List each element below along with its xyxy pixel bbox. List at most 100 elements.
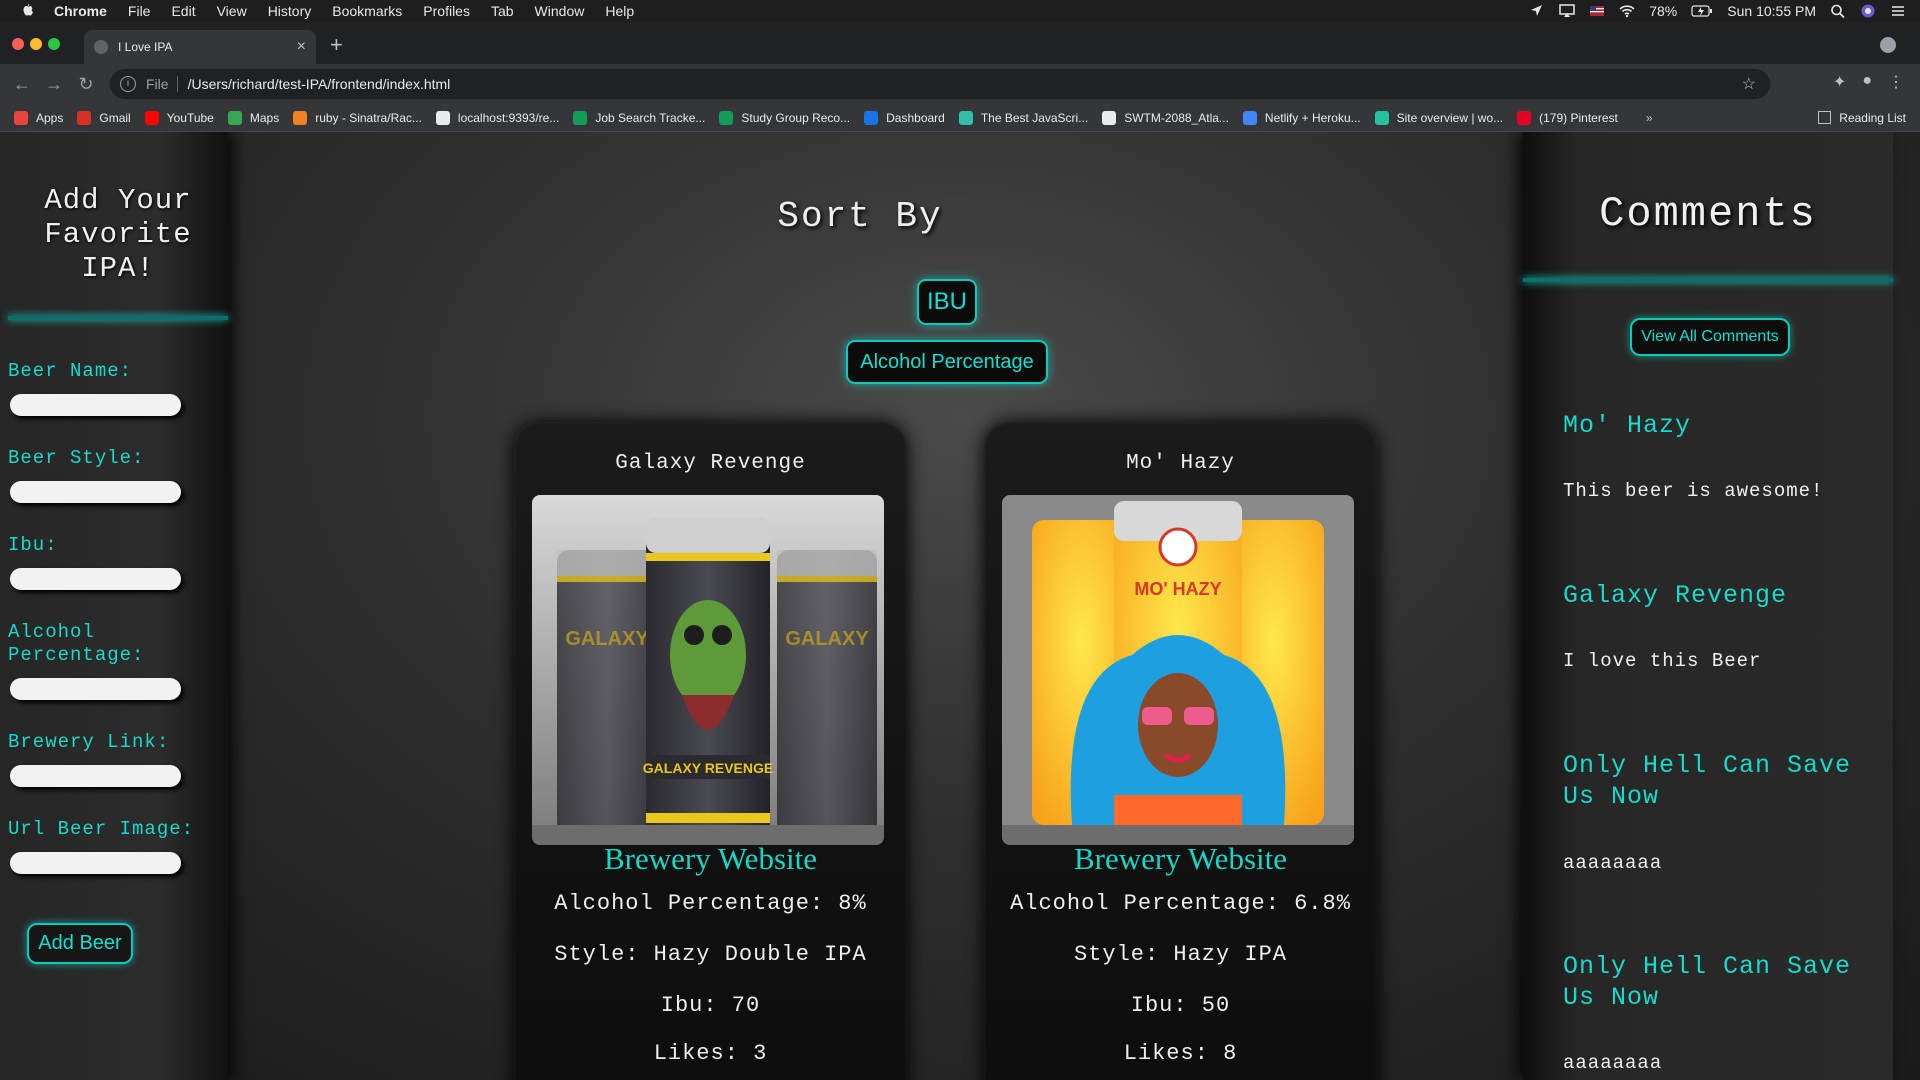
view-all-comments-button[interactable]: View All Comments	[1630, 318, 1790, 356]
spotlight-search-icon[interactable]	[1830, 4, 1846, 18]
menu-history[interactable]: History	[268, 3, 312, 19]
url-text[interactable]: /Users/richard/test-IPA/frontend/index.h…	[188, 76, 451, 92]
beer-image: GALAXY GALAXY GALAXY REVENGE	[532, 495, 884, 845]
menu-app-chrome[interactable]: Chrome	[54, 3, 107, 19]
new-tab-button[interactable]: +	[330, 32, 343, 58]
bookmark-item[interactable]: Apps	[14, 110, 64, 125]
bookmark-favicon-icon	[1374, 110, 1389, 125]
beer-image-url-input[interactable]	[10, 852, 181, 874]
beer-style: Style: Hazy Double IPA	[554, 942, 867, 967]
zoom-window-button[interactable]	[48, 38, 60, 50]
minimize-window-button[interactable]	[30, 38, 42, 50]
control-center-icon[interactable]	[1890, 4, 1906, 18]
bookmark-label: Gmail	[99, 110, 131, 125]
sort-alcohol-button[interactable]: Alcohol Percentage	[846, 340, 1048, 384]
bookmark-star-icon[interactable]: ☆	[1742, 74, 1756, 94]
menu-file[interactable]: File	[128, 3, 151, 19]
brewery-link-input[interactable]	[10, 765, 181, 787]
form-divider	[8, 316, 228, 320]
siri-icon[interactable]	[1860, 4, 1876, 18]
brewery-website-link[interactable]: Brewery Website	[984, 841, 1377, 877]
comment-text: I love this Beer	[1563, 650, 1762, 672]
beer-card-title: Mo' Hazy	[1126, 452, 1235, 475]
menu-profiles[interactable]: Profiles	[423, 3, 470, 19]
wifi-icon[interactable]	[1619, 4, 1635, 18]
kebab-menu-icon[interactable]: ⋮	[1888, 72, 1904, 92]
location-arrow-icon[interactable]	[1529, 4, 1545, 18]
bookmark-item[interactable]: YouTube	[144, 110, 214, 125]
beer-style-input[interactable]	[10, 481, 181, 503]
beer-name-input[interactable]	[10, 394, 181, 416]
bookmark-item[interactable]: Study Group Reco...	[719, 110, 850, 125]
beer-ibu: Ibu: 50	[1130, 993, 1231, 1018]
bookmark-label: Site overview | wo...	[1396, 110, 1504, 125]
bookmark-favicon-icon	[958, 110, 973, 125]
menu-bookmarks[interactable]: Bookmarks	[332, 3, 402, 19]
menu-view[interactable]: View	[217, 3, 247, 19]
flag-icon[interactable]	[1589, 4, 1605, 18]
tab-search-icon[interactable]	[1880, 37, 1896, 53]
airplay-icon[interactable]	[1559, 4, 1575, 18]
beer-likes[interactable]: Likes: 3	[514, 1041, 907, 1066]
reading-list-icon	[1818, 111, 1832, 124]
comments-panel: Comments View All Comments Mo' Hazy This…	[1523, 132, 1893, 1080]
info-icon[interactable]: i	[120, 76, 136, 92]
bookmarks-overflow-chevron-icon[interactable]: »	[1646, 111, 1653, 125]
beer-card-title: Galaxy Revenge	[615, 452, 806, 475]
bookmark-item[interactable]: SWTM-2088_Atla...	[1102, 110, 1229, 125]
apple-icon[interactable]	[20, 3, 36, 19]
comment-beer-name: Only Hell Can Save Us Now	[1563, 751, 1852, 811]
profile-icon[interactable]: ●	[1862, 72, 1872, 92]
menubar-clock[interactable]: Sun 10:55 PM	[1727, 3, 1816, 19]
bookmark-label: Apps	[36, 110, 64, 125]
active-tab[interactable]: I Love IPA ×	[84, 30, 316, 64]
add-beer-form-panel: Add Your Favorite IPA! Beer Name: Beer S…	[0, 132, 228, 1080]
bookmark-item[interactable]: Netlify + Heroku...	[1242, 110, 1361, 125]
address-bar[interactable]: i File /Users/richard/test-IPA/frontend/…	[110, 69, 1770, 99]
bookmarks-bar: Apps Gmail YouTube Maps ruby - Sinatra/Rac..…	[0, 104, 1920, 132]
bookmark-label: The Best JavaScri...	[980, 110, 1089, 125]
bookmark-item[interactable]: localhost:9393/re...	[435, 110, 560, 125]
bookmark-favicon-icon	[719, 110, 734, 125]
menu-window[interactable]: Window	[535, 3, 585, 19]
close-window-button[interactable]	[12, 38, 24, 50]
back-arrow-icon[interactable]: ←	[6, 74, 38, 95]
beer-likes[interactable]: Likes: 8	[984, 1041, 1377, 1066]
add-beer-button[interactable]: Add Beer	[27, 923, 133, 964]
menu-help[interactable]: Help	[605, 3, 634, 19]
bookmark-item[interactable]: ruby - Sinatra/Rac...	[293, 110, 422, 125]
bookmark-favicon-icon	[864, 110, 879, 125]
forward-arrow-icon[interactable]: →	[38, 74, 70, 95]
tab-strip: I Love IPA × +	[0, 22, 1920, 64]
reading-list-label: Reading List	[1839, 110, 1906, 125]
reload-icon[interactable]: ↻	[70, 74, 102, 95]
macos-menu-bar: Chrome File Edit View History Bookmarks …	[0, 0, 1920, 22]
bookmark-item[interactable]: (179) Pinterest	[1517, 110, 1618, 125]
reading-list-button[interactable]: Reading List	[1818, 111, 1906, 125]
comments-title: Comments	[1599, 190, 1817, 238]
bookmark-item[interactable]: The Best JavaScri...	[958, 110, 1089, 125]
menu-edit[interactable]: Edit	[171, 3, 195, 19]
sort-ibu-button[interactable]: IBU	[917, 279, 977, 325]
bookmark-item[interactable]: Site overview | wo...	[1374, 110, 1504, 125]
bookmark-label: localhost:9393/re...	[457, 110, 560, 125]
bookmark-item[interactable]: Gmail	[77, 110, 131, 125]
bookmark-label: Dashboard	[886, 110, 945, 125]
brewery-website-link[interactable]: Brewery Website	[514, 841, 907, 877]
alcohol-percentage-input[interactable]	[10, 678, 181, 700]
extensions-puzzle-icon[interactable]: ✦	[1833, 72, 1846, 92]
bookmark-item[interactable]: Job Search Tracke...	[573, 110, 705, 125]
close-tab-icon[interactable]: ×	[297, 38, 306, 56]
battery-percentage: 78%	[1649, 3, 1678, 19]
comment-beer-name: Only Hell Can Save Us Now	[1563, 952, 1852, 1012]
svg-text:GALAXY REVENGE: GALAXY REVENGE	[643, 760, 773, 776]
comment-text: aaaaaaaa	[1563, 852, 1663, 874]
bookmark-item[interactable]: Dashboard	[864, 110, 945, 125]
menu-tab[interactable]: Tab	[491, 3, 514, 19]
battery-icon[interactable]	[1691, 4, 1713, 18]
ibu-input[interactable]	[10, 568, 181, 590]
comment-text: This beer is awesome!	[1563, 480, 1824, 502]
bookmark-label: Netlify + Heroku...	[1264, 110, 1361, 125]
bookmark-favicon-icon	[14, 110, 28, 125]
bookmark-item[interactable]: Maps	[227, 110, 279, 125]
